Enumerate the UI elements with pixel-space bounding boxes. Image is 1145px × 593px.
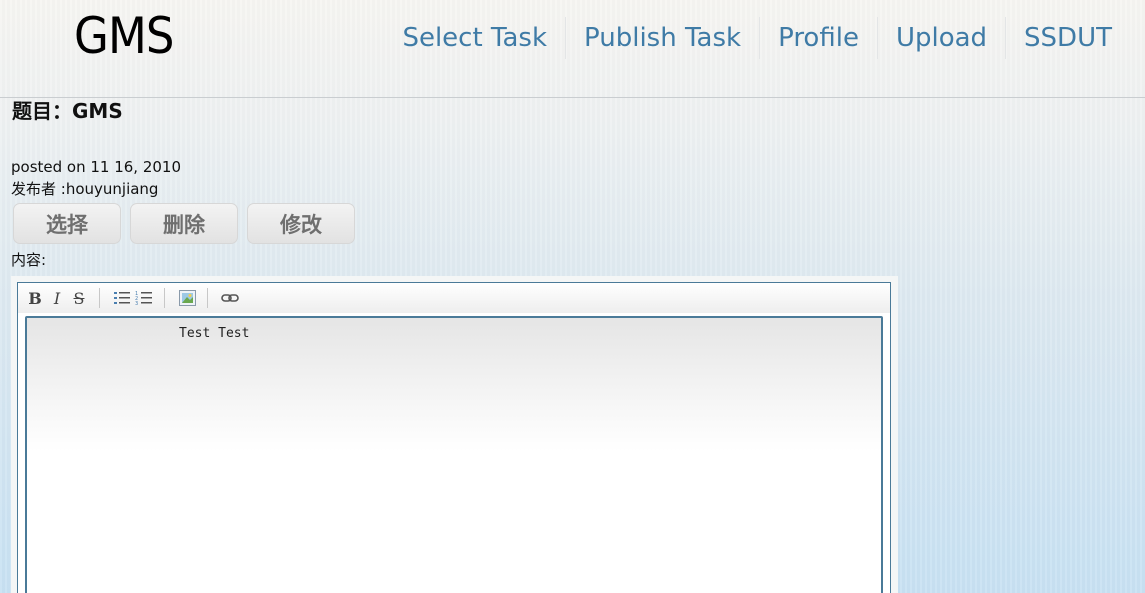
content-text: Test Test (179, 326, 250, 341)
numbered-list-icon[interactable]: 1 2 3 (133, 287, 155, 309)
logo: GMS (74, 7, 174, 65)
task-title: 题目：GMS (12, 99, 123, 123)
link-icon[interactable] (219, 287, 241, 309)
nav-profile[interactable]: Profile (759, 17, 877, 59)
edit-button[interactable]: 修改 (247, 203, 355, 244)
toolbar-divider (164, 288, 165, 308)
italic-icon[interactable]: I (46, 287, 68, 309)
delete-button[interactable]: 删除 (130, 203, 238, 244)
task-author: 发布者 :houyunjiang (11, 180, 159, 198)
nav-ssdut[interactable]: SSDUT (1005, 17, 1130, 59)
posted-date: posted on 11 16, 2010 (11, 158, 182, 176)
editor-toolbar: B I S 1 2 3 (18, 283, 890, 313)
toolbar-divider (99, 288, 100, 308)
nav-publish-task[interactable]: Publish Task (565, 17, 759, 59)
content-label: 内容: (11, 251, 47, 269)
header: GMS Select Task Publish Task Profile Upl… (0, 0, 1145, 98)
select-button[interactable]: 选择 (13, 203, 121, 244)
action-buttons: 选择 删除 修改 (13, 203, 364, 244)
nav-select-task[interactable]: Select Task (384, 17, 565, 59)
editor-container: B I S 1 2 3 Test Test (11, 276, 898, 593)
strikethrough-icon[interactable]: S (68, 287, 90, 309)
main-nav: Select Task Publish Task Profile Upload … (384, 17, 1130, 59)
svg-text:3: 3 (135, 301, 138, 306)
nav-upload[interactable]: Upload (876, 17, 1005, 59)
toolbar-divider (207, 288, 208, 308)
bulleted-list-icon[interactable] (111, 287, 133, 309)
image-icon[interactable] (176, 287, 198, 309)
content-textarea[interactable]: Test Test (25, 316, 883, 593)
bold-icon[interactable]: B (24, 287, 46, 309)
rich-text-editor: B I S 1 2 3 Test Test (17, 282, 891, 593)
